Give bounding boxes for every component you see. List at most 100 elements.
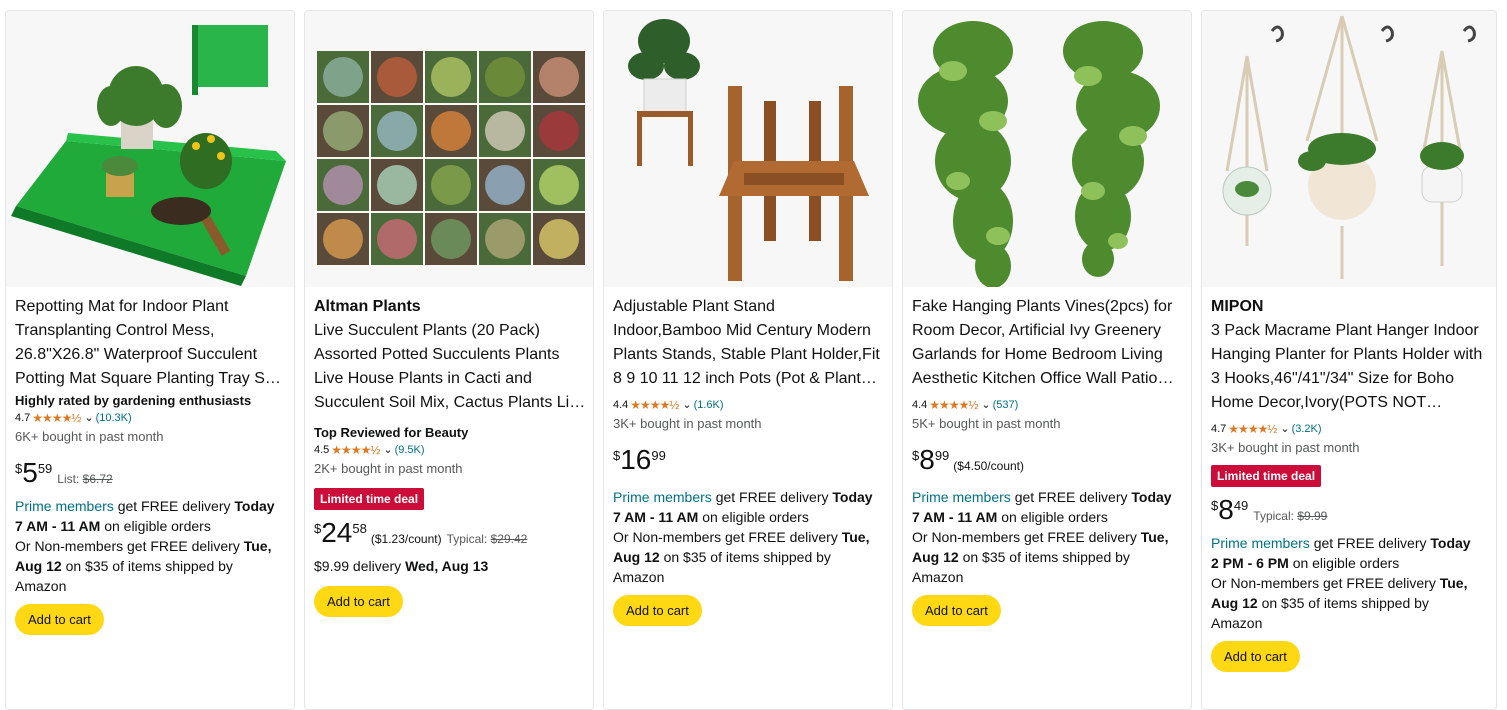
delivery-text: on eligible orders [104,518,211,534]
review-count-link[interactable]: (537) [993,397,1019,413]
price-symbol: $ [1211,498,1219,513]
price-whole: 8 [1218,494,1234,525]
add-to-cart-button[interactable]: Add to cart [1211,641,1300,672]
price-fraction: 99 [934,448,950,463]
review-count-link[interactable]: (1.6K) [694,397,724,413]
product-card: Repotting Mat for Indoor Plant Transplan… [5,10,295,710]
product-title[interactable]: Adjustable Plant Stand Indoor,Bamboo Mid… [613,295,885,391]
limited-time-deal-badge: Limited time deal [314,488,425,510]
rating-row: 4.4 ★★★★½ ⌄ (537) [912,397,1184,413]
non-member-delivery: Or Non-members get FREE delivery [912,529,1137,545]
non-member-delivery: Or Non-members get FREE delivery [613,529,838,545]
chevron-down-icon[interactable]: ⌄ [682,397,691,413]
typical-price: Typical: $9.99 [1253,509,1327,523]
delivery-day: Today [832,489,873,505]
rating-row: 4.5 ★★★★½ ⌄ (9.5K) [314,442,586,458]
product-card: Altman Plants Live Succulent Plants (20 … [304,10,594,710]
delivery-window: 2 PM - 6 PM [1211,555,1289,571]
price[interactable]: $ 8 99 ($4.50/count) [912,445,1184,475]
product-title[interactable]: Fake Hanging Plants Vines(2pcs) for Room… [912,295,1184,391]
price-symbol: $ [15,461,23,476]
rating-row: 4.4 ★★★★½ ⌄ (1.6K) [613,397,885,413]
bought-count: 3K+ bought in past month [1211,440,1360,455]
list-price-value: $6.72 [82,472,113,486]
price[interactable]: $ 24 58 ($1.23/count) Typical: $29.42 [314,518,586,548]
price-fraction: 49 [1233,498,1249,513]
star-rating-icon[interactable]: ★★★★½ [929,397,978,413]
price-symbol: $ [613,448,621,463]
product-highlight: Highly rated by gardening enthusiasts [15,393,252,408]
typical-price: Typical: $29.42 [447,532,528,546]
chevron-down-icon[interactable]: ⌄ [383,442,392,458]
add-to-cart-button[interactable]: Add to cart [314,586,403,617]
rating-row: 4.7 ★★★★½ ⌄ (10.3K) [15,410,287,426]
chevron-down-icon[interactable]: ⌄ [1280,421,1289,437]
limited-time-deal-badge: Limited time deal [1211,465,1322,487]
unit-price: ($4.50/count) [953,459,1024,473]
non-member-delivery: Or Non-members get FREE delivery [1211,575,1436,591]
star-rating-icon[interactable]: ★★★★½ [1228,421,1277,437]
delivery-text: on eligible orders [1292,555,1400,571]
list-price-label: List: [57,472,80,486]
delivery-text: get FREE delivery [715,489,829,505]
non-member-delivery: Or Non-members get FREE delivery [15,538,240,554]
add-to-cart-button[interactable]: Add to cart [613,595,702,626]
product-image[interactable] [6,11,294,287]
prime-members-link[interactable]: Prime members [613,489,712,505]
add-to-cart-button[interactable]: Add to cart [912,595,1001,626]
bought-count: 3K+ bought in past month [613,416,762,431]
price[interactable]: $ 8 49 Typical: $9.99 [1211,495,1483,525]
price-whole: 16 [620,444,652,475]
product-image[interactable] [1202,11,1496,287]
product-highlight: Top Reviewed for Beauty [314,425,469,440]
product-card: Adjustable Plant Stand Indoor,Bamboo Mid… [603,10,893,710]
price-whole: 5 [22,457,38,488]
bought-count: 5K+ bought in past month [912,416,1061,431]
typical-price-label: Typical: [1253,509,1294,523]
delivery-info: Prime members get FREE delivery Today 2 … [1211,533,1483,633]
star-rating-icon[interactable]: ★★★★½ [32,410,81,426]
product-title[interactable]: Repotting Mat for Indoor Plant Transplan… [15,295,287,391]
typical-price-value: $29.42 [490,532,528,546]
product-title[interactable]: 3 Pack Macrame Plant Hanger Indoor Hangi… [1211,319,1483,415]
succulents-image [305,11,593,287]
bought-count: 6K+ bought in past month [15,429,164,444]
plant-stand-image [604,11,892,287]
product-title[interactable]: Live Succulent Plants (20 Pack) Assorted… [314,319,586,415]
list-price: List: $6.72 [57,472,112,486]
review-count-link[interactable]: (9.5K) [395,442,425,458]
chevron-down-icon[interactable]: ⌄ [84,410,93,426]
review-count-link[interactable]: (10.3K) [96,410,132,426]
price-fraction: 58 [352,521,367,536]
price-fraction: 59 [37,461,53,476]
product-brand: MIPON [1211,298,1264,315]
delivery-text: on eligible orders [1001,509,1108,525]
add-to-cart-button[interactable]: Add to cart [15,604,104,635]
prime-members-link[interactable]: Prime members [15,498,114,514]
review-count-link[interactable]: (3.2K) [1292,421,1322,437]
delivery-text: get FREE delivery [117,498,231,514]
price-symbol: $ [314,521,322,536]
typical-price-value: $9.99 [1297,509,1328,523]
price-symbol: $ [912,448,920,463]
delivery-date: Wed, Aug 13 [405,558,489,574]
macrame-hanger-image [1202,11,1496,287]
product-image[interactable] [903,11,1191,287]
prime-members-link[interactable]: Prime members [1211,535,1310,551]
typical-price-label: Typical: [446,532,488,546]
price[interactable]: $ 5 59 List: $6.72 [15,458,287,488]
price-fraction: 99 [651,448,666,463]
price-whole: 24 [321,517,353,548]
price[interactable]: $ 16 99 [613,445,885,475]
prime-members-link[interactable]: Prime members [912,489,1011,505]
delivery-text: on eligible orders [702,509,809,525]
delivery-day: Today [1131,489,1172,505]
product-image[interactable] [305,11,593,287]
chevron-down-icon[interactable]: ⌄ [981,397,990,413]
star-rating-icon[interactable]: ★★★★½ [630,397,679,413]
rating-value: 4.4 [912,399,928,411]
rating-value: 4.4 [613,399,629,411]
product-image[interactable] [604,11,892,287]
product-card: MIPON 3 Pack Macrame Plant Hanger Indoor… [1201,10,1497,710]
star-rating-icon[interactable]: ★★★★½ [331,442,380,458]
